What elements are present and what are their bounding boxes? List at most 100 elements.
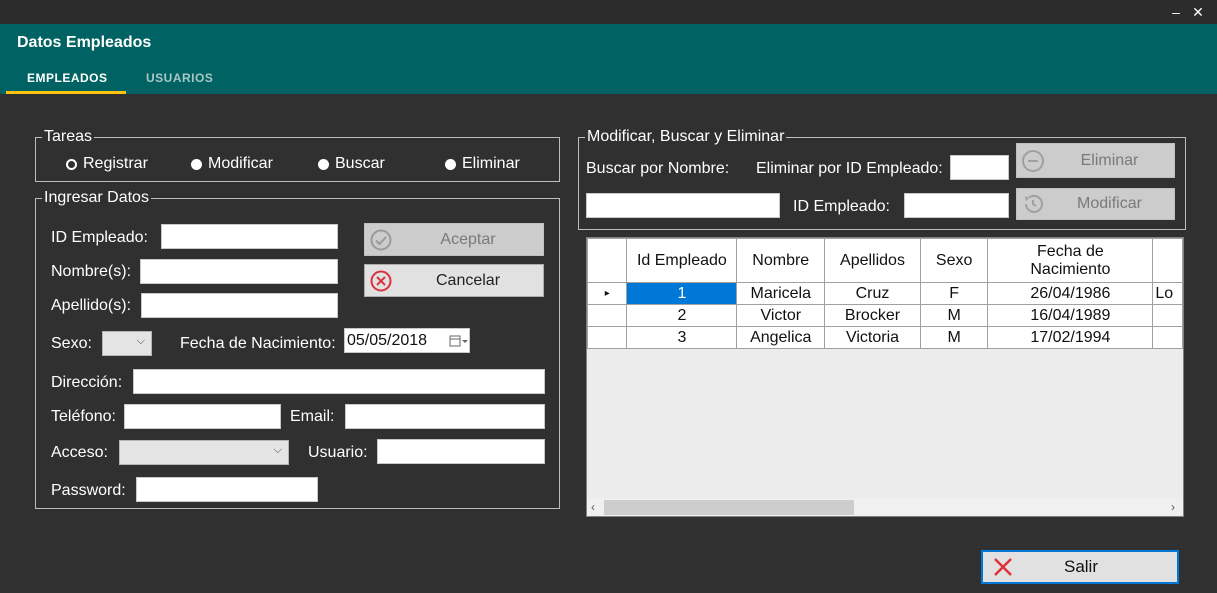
radio-selected-icon [66,158,77,170]
radio-modificar[interactable]: Modificar [191,155,273,173]
window-titlebar [0,0,1217,24]
table-cell[interactable]: Victoria [824,326,921,349]
column-header[interactable]: Fecha de Nacimiento [987,238,1154,283]
password-input[interactable] [136,477,318,502]
id-empleado-mod-input[interactable] [904,193,1009,218]
tab-empleados[interactable]: EMPLEADOS [27,71,108,85]
chevron-down-icon: ⌵ [273,444,282,456]
modificar-legend: Modificar, Buscar y Eliminar [585,128,787,146]
table-cell[interactable]: F [919,282,989,305]
salir-button[interactable]: Salir [981,550,1179,584]
sexo-label: Sexo: [51,335,92,352]
cancelar-label: Cancelar [435,271,501,289]
fecha-nacimiento-picker[interactable]: 05/05/2018 [344,328,470,353]
telefono-label: Teléfono: [51,408,116,425]
id-empleado-label: ID Empleado: [51,229,148,246]
table-cell[interactable] [1152,326,1183,349]
table-cell[interactable]: Lo [1152,282,1183,305]
modificar-label: Modificar [1077,195,1142,212]
table-cell[interactable]: 26/04/1986 [987,282,1154,305]
radio-buscar[interactable]: Buscar [318,155,385,173]
radio-unselected-icon [191,158,202,170]
row-header[interactable] [587,326,628,349]
table-row[interactable]: 3 Angelica Victoria M 17/02/1994 [587,326,1183,349]
table-cell[interactable]: Maricela [736,282,826,305]
email-input[interactable] [345,404,545,429]
table-cell[interactable]: 17/02/1994 [987,326,1154,349]
fecha-nacimiento-value: 05/05/2018 [347,331,428,349]
salir-label: Salir [1063,557,1098,576]
apellido-input[interactable] [141,293,338,318]
radio-unselected-icon [318,158,329,170]
aceptar-label: Aceptar [440,230,496,248]
radio-registrar-label: Registrar [83,155,148,172]
table-row[interactable]: 2 Victor Brocker M 16/04/1989 [587,304,1183,327]
chevron-down-icon: ⌵ [136,335,145,347]
ingresar-datos-legend: Ingresar Datos [42,189,151,207]
tab-usuarios[interactable]: USUARIOS [146,71,213,85]
usuario-input[interactable] [377,439,545,464]
table-cell[interactable]: Victor [736,304,826,327]
close-button[interactable]: ✕ [1186,2,1210,22]
radio-registrar[interactable]: Registrar [66,155,148,173]
table-cell[interactable]: 2 [626,304,738,327]
calendar-dropdown-icon[interactable] [449,334,469,348]
radio-unselected-icon [445,158,456,170]
scrollbar-thumb[interactable] [604,500,854,515]
nombre-label: Nombre(s): [51,263,132,280]
apellido-label: Apellido(s): [51,297,132,314]
direccion-input[interactable] [133,369,545,394]
fecha-nacimiento-label: Fecha de Nacimiento: [180,335,336,352]
radio-buscar-label: Buscar [335,155,385,172]
table-row[interactable]: ▸ 1 Maricela Cruz F 26/04/1986 Lo [587,282,1183,305]
table-cell[interactable]: M [919,326,989,349]
row-header-corner [587,238,628,283]
scroll-left-icon[interactable]: ‹ [591,500,595,514]
empleados-grid[interactable]: Id Empleado Nombre Apellidos Sexo Fecha … [586,237,1184,517]
history-icon [1025,194,1043,213]
table-cell[interactable]: 3 [626,326,738,349]
acceso-select[interactable]: ⌵ [119,440,289,465]
column-header[interactable] [1152,238,1183,283]
radio-eliminar[interactable]: Eliminar [445,155,520,173]
nombre-input[interactable] [140,259,338,284]
column-header[interactable]: Apellidos [824,238,921,283]
app-title: Datos Empleados [17,34,152,51]
modificar-button[interactable]: Modificar [1016,188,1175,220]
sexo-select[interactable]: ⌵ [102,331,152,356]
radio-modificar-label: Modificar [208,155,273,172]
eliminar-id-input[interactable] [950,155,1009,180]
telefono-input[interactable] [124,404,281,429]
usuario-label: Usuario: [308,444,368,461]
empleados-table: Id Empleado Nombre Apellidos Sexo Fecha … [587,238,1183,349]
aceptar-button[interactable]: Aceptar [364,223,544,256]
close-x-icon [994,558,1012,576]
eliminar-button[interactable]: Eliminar [1016,143,1175,178]
eliminar-id-label: Eliminar por ID Empleado: [756,160,943,177]
table-header-row: Id Empleado Nombre Apellidos Sexo Fecha … [587,238,1183,283]
eliminar-label: Eliminar [1080,151,1139,169]
row-header[interactable] [587,304,628,327]
acceso-label: Acceso: [51,444,108,461]
check-circle-icon [370,229,392,250]
table-cell[interactable]: Brocker [824,304,921,327]
email-label: Email: [290,408,335,425]
table-cell[interactable]: 16/04/1989 [987,304,1154,327]
row-current-indicator-icon: ▸ [587,282,628,305]
column-header[interactable]: Nombre [736,238,826,283]
minus-circle-icon [1022,149,1044,172]
table-cell[interactable]: Angelica [736,326,826,349]
table-cell[interactable]: M [919,304,989,327]
password-label: Password: [51,482,126,499]
column-header[interactable]: Sexo [919,238,989,283]
table-cell[interactable]: Cruz [824,282,921,305]
id-empleado-input[interactable] [161,224,338,249]
scroll-right-icon[interactable]: › [1171,500,1175,514]
cancel-circle-icon [370,270,392,291]
buscar-nombre-input[interactable] [586,193,780,218]
table-cell[interactable] [1152,304,1183,327]
table-cell[interactable]: 1 [626,282,738,305]
minimize-button[interactable]: – [1164,2,1188,22]
column-header[interactable]: Id Empleado [626,238,738,283]
cancelar-button[interactable]: Cancelar [364,264,544,297]
